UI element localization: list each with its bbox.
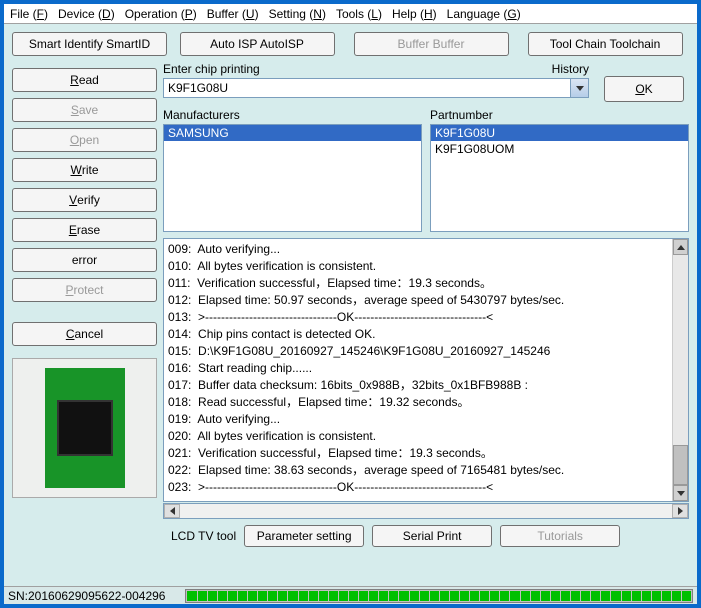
chevron-right-icon	[678, 507, 683, 515]
list-item[interactable]: K9F1G08UOM	[431, 141, 688, 157]
scroll-right-button[interactable]	[672, 504, 688, 518]
open-button: Open	[12, 128, 157, 152]
scroll-thumb[interactable]	[673, 445, 688, 485]
log-line: 017: Buffer data checksum: 16bits_0x988B…	[168, 377, 684, 394]
menu-language[interactable]: Language (G)	[443, 5, 525, 23]
enter-chip-label: Enter chip printing	[163, 62, 260, 76]
menu-buffer[interactable]: Buffer (U)	[203, 5, 263, 23]
smart-identify-button[interactable]: Smart Identify SmartID	[12, 32, 167, 56]
log-line: 016: Start reading chip......	[168, 360, 684, 377]
list-item[interactable]: K9F1G08U	[431, 125, 688, 141]
device-photo	[12, 358, 157, 498]
log-line: 015: D:\K9F1G08U_20160927_145246\K9F1G08…	[168, 343, 684, 360]
menu-setting[interactable]: Setting (N)	[265, 5, 330, 23]
verify-button[interactable]: Verify	[12, 188, 157, 212]
log-line: 020: All bytes verification is consisten…	[168, 428, 684, 445]
history-label: History	[552, 62, 589, 76]
main-panel: Enter chip printing History OK Manufactu…	[163, 60, 689, 549]
menu-operation[interactable]: Operation (P)	[121, 5, 201, 23]
log-line: 014: Chip pins contact is detected OK.	[168, 326, 684, 343]
left-sidebar: Read Save Open Write Verify Erase error …	[12, 60, 157, 549]
auto-isp-button[interactable]: Auto ISP AutoISP	[180, 32, 335, 56]
chevron-down-icon	[576, 86, 584, 91]
status-bar: SN:20160629095622-004296	[4, 586, 697, 604]
menu-file[interactable]: File (F)	[6, 5, 52, 23]
log-line: 023: >---------------------------------O…	[168, 479, 684, 496]
scroll-left-button[interactable]	[164, 504, 180, 518]
partnumber-list[interactable]: K9F1G08UK9F1G08UOM	[430, 124, 689, 232]
chip-dropdown-button[interactable]	[570, 79, 588, 97]
toolbar: Smart Identify SmartID Auto ISP AutoISP …	[4, 24, 697, 60]
manufacturers-label: Manufacturers	[163, 108, 422, 122]
log-line: 009: Auto verifying...	[168, 241, 684, 258]
parameter-setting-button[interactable]: Parameter setting	[244, 525, 364, 547]
buffer-button[interactable]: Buffer Buffer	[354, 32, 509, 56]
bottom-toolbar: LCD TV tool Parameter setting Serial Pri…	[163, 519, 689, 549]
write-button[interactable]: Write	[12, 158, 157, 182]
log-line: 010: All bytes verification is consisten…	[168, 258, 684, 275]
log-line: 012: Elapsed time: 50.97 seconds，average…	[168, 292, 684, 309]
chevron-left-icon	[170, 507, 175, 515]
list-item[interactable]: SAMSUNG	[164, 125, 421, 141]
ok-button[interactable]: OK	[604, 76, 684, 102]
log-line: 022: Elapsed time: 38.63 seconds，average…	[168, 462, 684, 479]
log-line: 019: Auto verifying...	[168, 411, 684, 428]
menu-tools[interactable]: Tools (L)	[332, 5, 386, 23]
protect-button: Protect	[12, 278, 157, 302]
save-button: Save	[12, 98, 157, 122]
log-textarea[interactable]: 009: Auto verifying...010: All bytes ver…	[163, 238, 689, 502]
horizontal-scrollbar[interactable]	[163, 503, 689, 519]
menu-device[interactable]: Device (D)	[54, 5, 119, 23]
chevron-up-icon	[677, 245, 685, 250]
tool-chain-button[interactable]: Tool Chain Toolchain	[528, 32, 683, 56]
log-line: 011: Verification successful，Elapsed tim…	[168, 275, 684, 292]
erase-button[interactable]: Erase	[12, 218, 157, 242]
read-button[interactable]: Read	[12, 68, 157, 92]
lcd-tv-tool-label: LCD TV tool	[171, 529, 236, 543]
menu-help[interactable]: Help (H)	[388, 5, 441, 23]
chevron-down-icon	[677, 491, 685, 496]
scroll-up-button[interactable]	[673, 239, 688, 255]
tutorials-button: Tutorials	[500, 525, 620, 547]
serial-print-button[interactable]: Serial Print	[372, 525, 492, 547]
chip-input[interactable]	[164, 79, 570, 97]
menubar: File (F)Device (D)Operation (P)Buffer (U…	[4, 4, 697, 24]
progress-bar	[185, 589, 693, 603]
partnumber-label: Partnumber	[430, 108, 689, 122]
error-button[interactable]: error	[12, 248, 157, 272]
cancel-button[interactable]: Cancel	[12, 322, 157, 346]
log-line: 018: Read successful，Elapsed time：19.32 …	[168, 394, 684, 411]
manufacturers-list[interactable]: SAMSUNG	[163, 124, 422, 232]
chip-combo[interactable]	[163, 78, 589, 98]
log-line: 013: >---------------------------------O…	[168, 309, 684, 326]
serial-number: SN:20160629095622-004296	[8, 589, 165, 603]
scroll-down-button[interactable]	[673, 485, 688, 501]
log-line: 021: Verification successful，Elapsed tim…	[168, 445, 684, 462]
vertical-scrollbar[interactable]	[672, 239, 688, 501]
